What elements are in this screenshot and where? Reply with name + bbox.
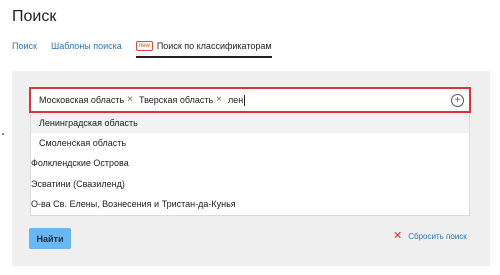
chip: Московская область × [39,95,133,106]
find-button[interactable]: Найти [29,228,71,249]
chip-remove-icon[interactable]: × [127,95,133,105]
search-query[interactable]: лен [228,95,243,105]
close-icon: ✕ [393,230,403,242]
page-title: Поиск [12,8,57,25]
suggestions-dropdown: Ленинградская область Смоленская область… [30,113,470,216]
suggestion-item[interactable]: Фолклендские Острова [31,153,469,173]
reset-search-label: Сбросить поиск [408,232,467,241]
suggestion-item[interactable]: Ленинградская область [31,113,469,133]
suggestion-item[interactable]: Эсватини (Свазиленд) [31,174,469,194]
chip-label: Московская область [39,95,125,105]
new-badge: new [135,41,153,51]
chip: Тверская область × [139,95,222,106]
text-caret [244,94,246,106]
left-mark [2,133,4,135]
tab-classifier-search[interactable]: new Поиск по классификаторам [135,40,272,58]
reset-search-link[interactable]: ✕ Сбросить поиск [393,231,467,242]
tab-bar: Поиск Шаблоны поиска new Поиск по класси… [12,40,286,58]
suggestion-item[interactable]: О-ва Св. Елены, Вознесения и Тристан-да-… [31,194,469,214]
add-icon[interactable]: + [451,94,464,107]
chip-remove-icon[interactable]: × [216,95,222,105]
tab-search-templates[interactable]: Шаблоны поиска [51,40,122,52]
suggestion-item[interactable]: Смоленская область [31,133,469,153]
chip-label: Тверская область [139,95,214,105]
tab-classifier-search-label: Поиск по классификаторам [156,41,272,51]
search-field[interactable]: Московская область × Тверская область × … [29,87,471,113]
tab-search[interactable]: Поиск [12,40,37,52]
